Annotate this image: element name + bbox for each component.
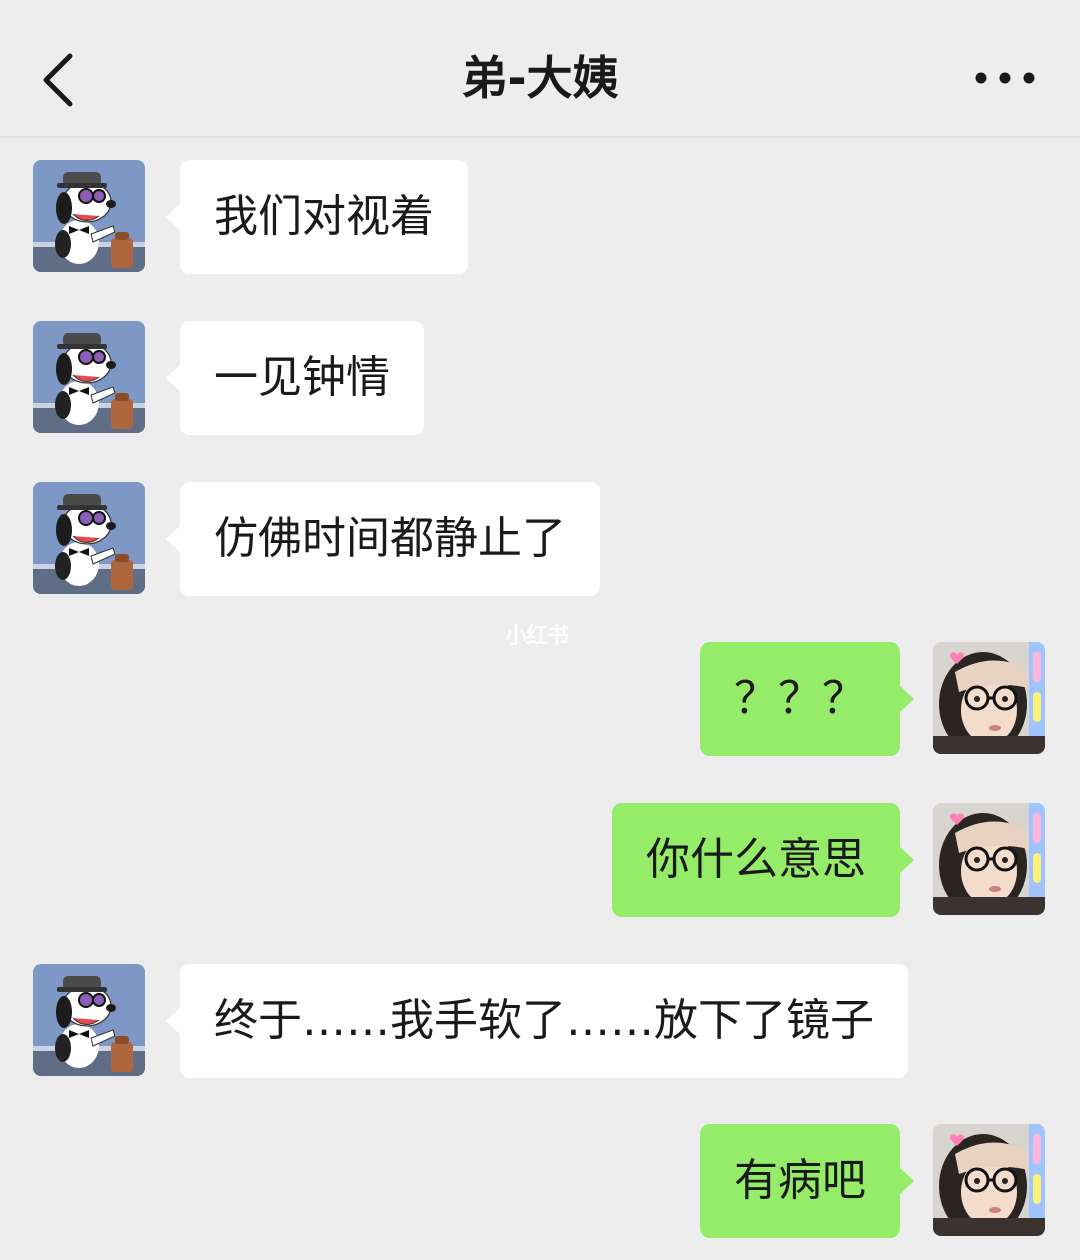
girl-avatar-image	[933, 642, 1045, 754]
message-row: 有病吧	[0, 1124, 1080, 1238]
snoopy-avatar-image	[33, 321, 145, 433]
my-avatar[interactable]	[933, 642, 1045, 754]
message-row: 仿佛时间都静止了	[0, 482, 1080, 596]
more-button[interactable]	[970, 58, 1040, 98]
snoopy-avatar-image	[33, 964, 145, 1076]
received-message-bubble[interactable]: 仿佛时间都静止了	[166, 482, 600, 596]
received-message-bubble[interactable]: 一见钟情	[166, 321, 424, 435]
contact-avatar[interactable]	[33, 964, 145, 1076]
sent-message-bubble[interactable]: 你什么意思	[612, 803, 914, 917]
message-row: 你什么意思	[0, 803, 1080, 917]
contact-avatar[interactable]	[33, 160, 145, 272]
message-row: 终于……我手软了……放下了镜子	[0, 964, 1080, 1078]
contact-avatar[interactable]	[33, 482, 145, 594]
received-message-bubble[interactable]: 终于……我手软了……放下了镜子	[166, 964, 908, 1078]
sent-message-bubble[interactable]: 有病吧	[700, 1124, 914, 1238]
snoopy-avatar-image	[33, 482, 145, 594]
more-dots-icon	[975, 72, 1035, 84]
girl-avatar-image	[933, 803, 1045, 915]
contact-avatar[interactable]	[33, 321, 145, 433]
message-row: ？？？	[0, 642, 1080, 756]
my-avatar[interactable]	[933, 1124, 1045, 1236]
chat-title: 弟-大姨	[461, 51, 619, 105]
chat-header: 弟-大姨	[0, 0, 1080, 138]
my-avatar[interactable]	[933, 803, 1045, 915]
received-message-bubble[interactable]: 我们对视着	[166, 160, 468, 274]
message-row: 我们对视着	[0, 160, 1080, 274]
girl-avatar-image	[933, 1124, 1045, 1236]
sent-message-bubble[interactable]: ？？？	[700, 642, 914, 756]
snoopy-avatar-image	[33, 160, 145, 272]
message-row: 一见钟情	[0, 321, 1080, 435]
